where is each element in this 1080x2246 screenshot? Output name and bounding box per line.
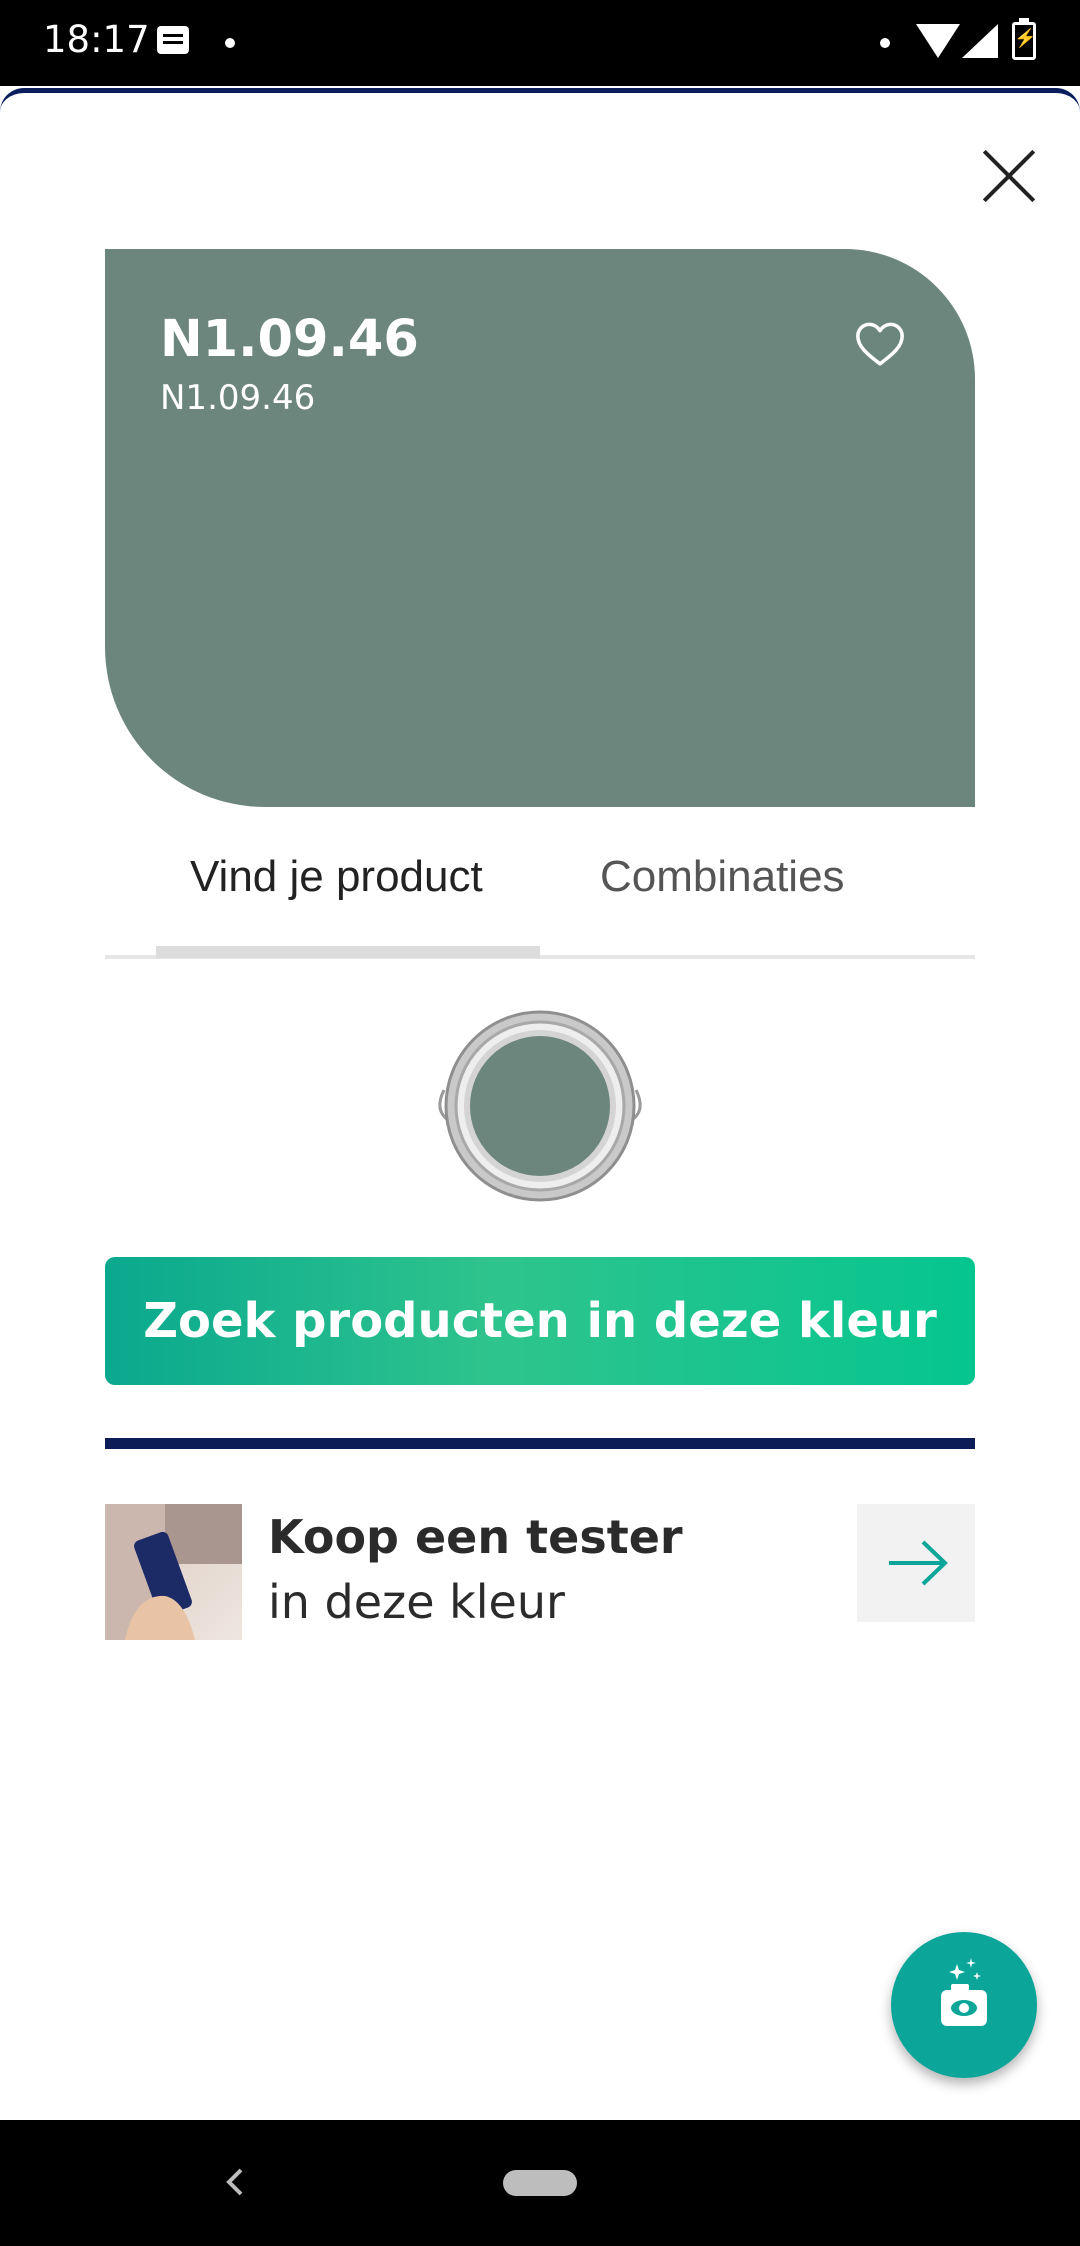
close-icon[interactable] <box>978 145 1040 207</box>
message-icon <box>157 26 189 54</box>
tester-subtitle: in deze kleur <box>268 1575 565 1629</box>
wifi-icon <box>916 24 960 58</box>
dot-icon <box>880 38 890 48</box>
section-divider <box>105 1438 975 1449</box>
color-code: N1.09.46 <box>160 310 419 369</box>
tester-title: Koop een tester <box>268 1510 683 1564</box>
tab-combinaties[interactable]: Combinaties <box>600 852 845 902</box>
dot-icon <box>225 38 235 48</box>
favorite-heart-icon[interactable] <box>852 316 908 372</box>
search-products-button[interactable]: Zoek producten in deze kleur <box>105 1257 975 1385</box>
arrow-right-icon <box>889 1540 948 1586</box>
status-bar: 18:17 <box>0 0 1080 86</box>
signal-icon <box>962 24 998 58</box>
camera-eye-icon <box>941 1958 987 2026</box>
paint-can-image <box>438 1010 642 1202</box>
status-time: 18:17 <box>43 18 150 61</box>
tester-arrow-button[interactable] <box>857 1504 975 1622</box>
tab-vind-je-product[interactable]: Vind je product <box>190 852 483 902</box>
tester-thumbnail-image <box>105 1504 242 1640</box>
visualizer-fab[interactable] <box>891 1932 1037 2078</box>
home-pill[interactable] <box>503 2170 577 2196</box>
color-subcode: N1.09.46 <box>160 378 316 418</box>
battery-charging-icon <box>1012 18 1036 60</box>
back-icon[interactable] <box>215 2162 255 2202</box>
active-tab-indicator <box>156 946 540 958</box>
